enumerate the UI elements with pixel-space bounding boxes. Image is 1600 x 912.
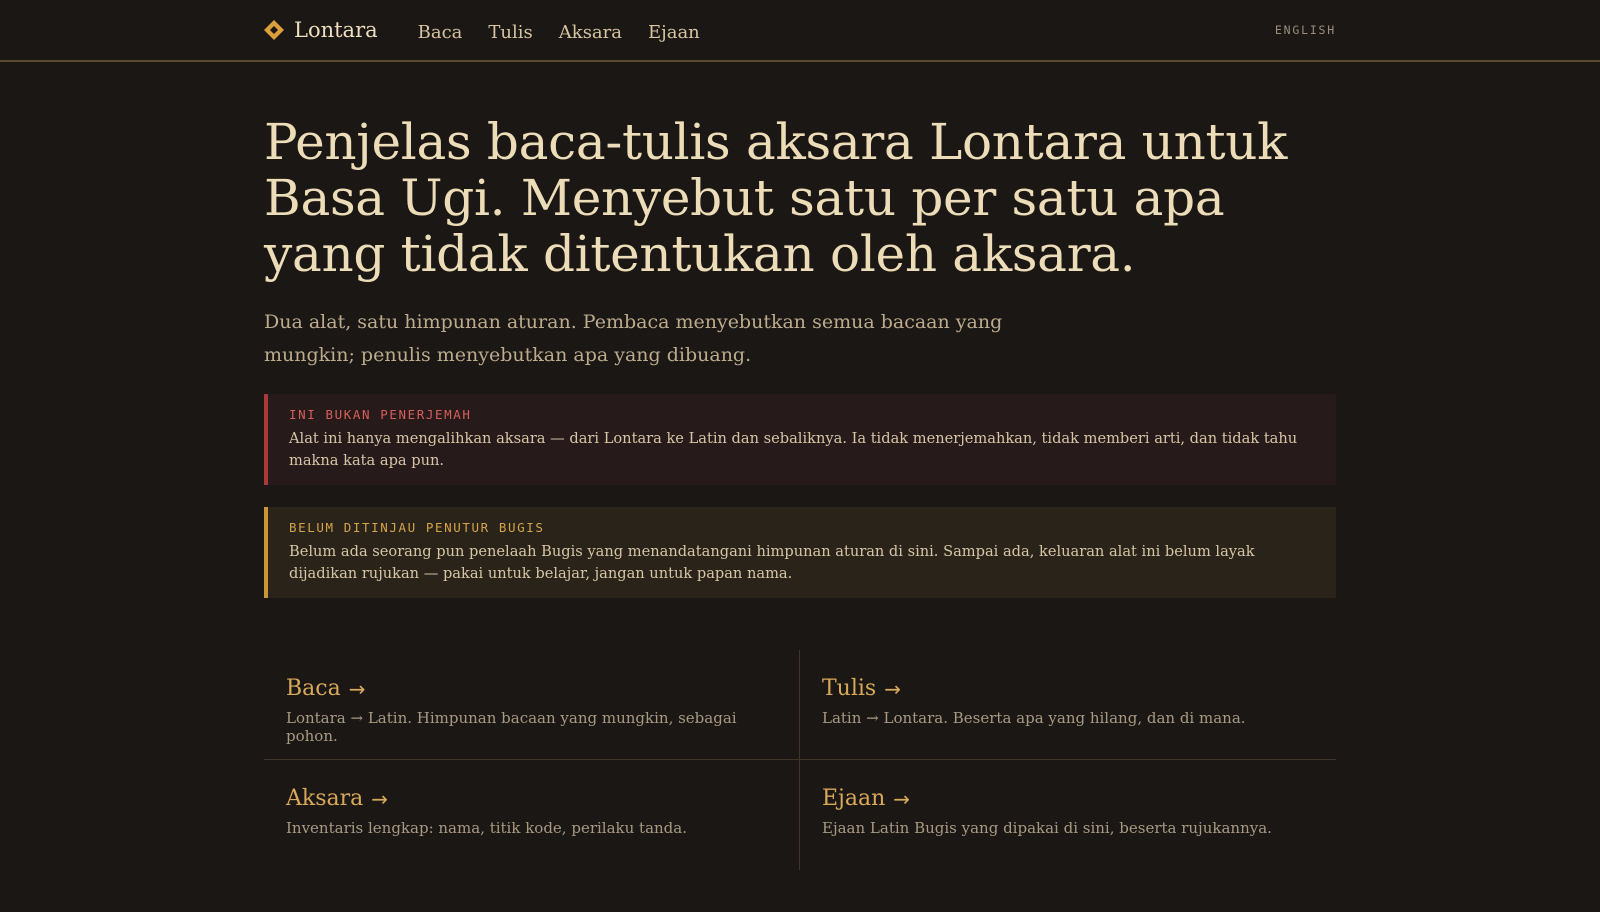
notice-text: Alat ini hanya mengalihkan aksara — dari… <box>289 430 1298 469</box>
card-description: Ejaan Latin Bugis yang dipakai di sini, … <box>822 819 1272 837</box>
tool-cards-grid: Baca → Lontara → Latin. Himpunan bacaan … <box>264 650 1336 870</box>
notice-not-reviewed: BELUM DITINJAU PENUTUR BUGIS Belum ada s… <box>264 507 1336 598</box>
page-title: Penjelas baca-tulis aksara Lontara untuk… <box>264 113 1288 283</box>
nav-link-ejaan[interactable]: Ejaan <box>648 22 700 43</box>
card-baca[interactable]: Baca → Lontara → Latin. Himpunan bacaan … <box>264 650 800 760</box>
brand-name: Lontara <box>294 18 378 42</box>
card-aksara[interactable]: Aksara → Inventaris lengkap: nama, titik… <box>264 760 800 870</box>
nav-link-tulis[interactable]: Tulis <box>488 22 532 43</box>
card-title: Baca → <box>286 676 777 701</box>
card-title-text: Baca <box>286 676 341 701</box>
card-title-text: Tulis <box>822 676 877 701</box>
card-ejaan[interactable]: Ejaan → Ejaan Latin Bugis yang dipakai d… <box>800 760 1336 870</box>
notice-label: INI BUKAN PENERJEMAH <box>289 407 472 422</box>
top-navigation-bar: Lontara Baca Tulis Aksara Ejaan ENGLISH <box>0 0 1600 62</box>
language-switch-link[interactable]: ENGLISH <box>1275 23 1336 37</box>
arrow-right-icon: → <box>884 676 901 701</box>
arrow-right-icon: → <box>371 786 389 811</box>
page-lede: Dua alat, satu himpunan aturan. Pembaca … <box>264 311 1003 366</box>
card-description: Inventaris lengkap: nama, titik kode, pe… <box>286 819 687 837</box>
main-content: Penjelas baca-tulis aksara Lontara untuk… <box>264 62 1336 870</box>
notice-text: Belum ada seorang pun penelaah Bugis yan… <box>289 543 1255 582</box>
nav-link-aksara[interactable]: Aksara <box>559 22 622 43</box>
card-description: Lontara → Latin. Himpunan bacaan yang mu… <box>286 709 737 745</box>
diamond-icon <box>264 20 284 40</box>
card-title-text: Aksara <box>286 786 364 811</box>
main-nav: Baca Tulis Aksara Ejaan <box>418 22 700 43</box>
brand-home-link[interactable]: Lontara <box>264 18 378 42</box>
card-title: Tulis → <box>822 676 1314 701</box>
arrow-right-icon: → <box>893 786 911 811</box>
arrow-right-icon: → <box>348 676 366 701</box>
card-tulis[interactable]: Tulis → Latin → Lontara. Beserta apa yan… <box>800 650 1336 760</box>
nav-link-baca[interactable]: Baca <box>418 22 463 43</box>
card-title-text: Ejaan <box>822 786 886 811</box>
card-title: Ejaan → <box>822 786 1314 811</box>
top-navigation-inner: Lontara Baca Tulis Aksara Ejaan ENGLISH <box>264 0 1336 60</box>
notice-label: BELUM DITINJAU PENUTUR BUGIS <box>289 520 545 535</box>
card-description: Latin → Lontara. Beserta apa yang hilang… <box>822 709 1246 727</box>
card-title: Aksara → <box>286 786 777 811</box>
notice-not-translator: INI BUKAN PENERJEMAH Alat ini hanya meng… <box>264 394 1336 485</box>
